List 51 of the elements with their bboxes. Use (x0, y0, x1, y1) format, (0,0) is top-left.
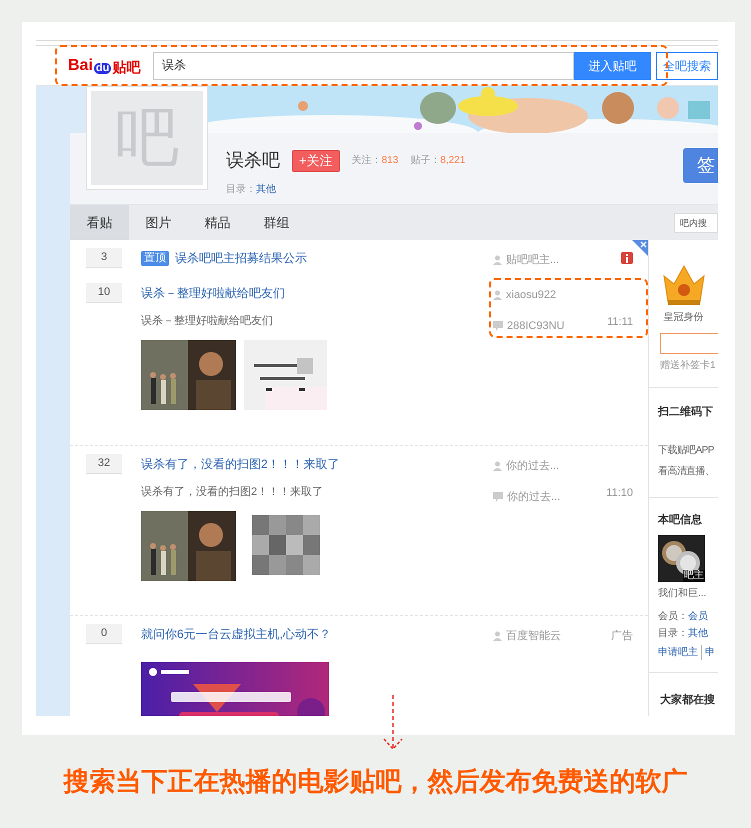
qr-title: 扫二维码下 (658, 404, 714, 420)
follow-button[interactable]: +关注 (292, 150, 340, 172)
info-row-text: 目录：其他 (658, 626, 709, 640)
reply-time: 11:11 (607, 315, 633, 330)
owner-label: 吧主 (683, 570, 705, 582)
gift-text: 赠送补签卡1 (660, 358, 717, 373)
user-icon (493, 631, 502, 642)
thread-excerpt: 误杀－整理好啦献给吧友们 (141, 314, 274, 329)
thread-title[interactable]: 误杀－整理好啦献给吧友们 (141, 284, 285, 302)
forum-category: 目录：其他 (226, 182, 277, 197)
crown-label: 皇冠身份 (664, 311, 704, 325)
info-link[interactable]: 申 (702, 644, 715, 660)
forum-stat: 贴子：8,221 (410, 154, 466, 168)
tab[interactable]: 精品 (188, 205, 247, 240)
qr-text: 看高清直播、 (658, 464, 716, 478)
info-link[interactable]: 申请吧主 (658, 644, 702, 660)
thread-title[interactable]: 就问你6元一台云虚拟主机,心动不？ (141, 625, 332, 643)
forum-stat: 关注：813 (352, 154, 398, 168)
info-icon[interactable] (621, 252, 633, 264)
close-icon[interactable] (632, 240, 648, 256)
pinned-badge: 置顶 (141, 250, 169, 266)
qr-text: 下载贴吧APP (658, 444, 715, 458)
tab[interactable]: 图片 (129, 205, 188, 240)
user-icon (493, 461, 502, 472)
info-row-text: 会员：会员 (658, 610, 709, 624)
thread-title[interactable]: 误杀有了，没看的扫图2！！！来取了 (141, 455, 340, 473)
tab[interactable]: 群组 (247, 205, 306, 240)
info-desc: 我们和巨... (658, 586, 708, 600)
search-trends-title: 大家都在搜 (660, 694, 715, 706)
reply-count: 0 (86, 624, 122, 644)
user-icon (493, 290, 502, 300)
thread-title[interactable]: 误杀吧吧主招募结果公示 (175, 249, 307, 267)
user-icon (493, 255, 502, 266)
info-title: 本吧信息 (658, 512, 703, 528)
reply-count: 10 (86, 283, 122, 303)
forum-name: 误杀吧 (226, 149, 280, 172)
comment-icon (493, 320, 503, 331)
ad-tag: 广告 (611, 628, 633, 644)
search-field[interactable]: 误杀 (153, 52, 574, 80)
tab[interactable]: 看贴 (70, 205, 129, 240)
caption: 搜索当下正在热播的电影贴吧，然后发布免费送的软广 (64, 765, 688, 798)
reply-time: 11:10 (606, 486, 633, 501)
reply-count: 32 (86, 454, 122, 474)
enter-forum-button[interactable]: 进入贴吧 (574, 52, 651, 80)
baidu-logo[interactable]: Bai du 贴吧 (68, 58, 147, 74)
sign-in-button[interactable]: 签 (683, 148, 718, 183)
claim-button[interactable] (660, 333, 718, 354)
reply-count: 3 (86, 248, 122, 268)
comment-icon (493, 492, 503, 502)
thread-excerpt: 误杀有了，没看的扫图2！！！来取了 (141, 485, 324, 500)
forum-search-field[interactable]: 吧内搜 (674, 212, 718, 232)
